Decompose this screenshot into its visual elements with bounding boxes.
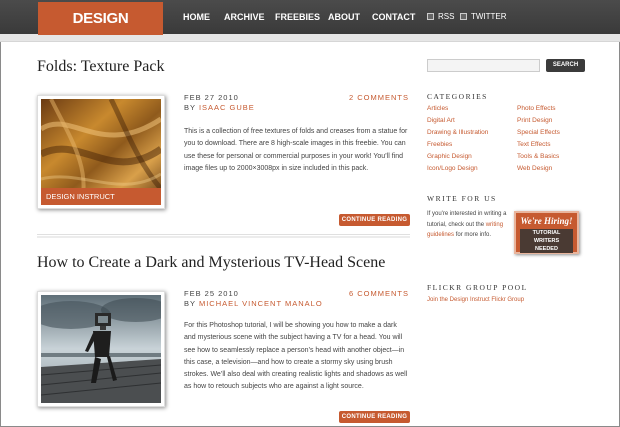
nav-archive[interactable]: ARCHIVE: [224, 0, 265, 34]
hiring-title: We're Hiring!: [520, 216, 573, 226]
twitter-icon: [460, 13, 467, 20]
nav-freebies[interactable]: FREEBIES: [275, 0, 320, 34]
categories-heading: CATEGORIES: [427, 92, 488, 101]
rss-icon: [427, 13, 434, 20]
post-byline-2: BY MICHAEL VINCENT MANALO: [184, 299, 323, 308]
hiring-banner[interactable]: We're Hiring! TUTORIAL WRITERS NEEDED: [514, 211, 579, 254]
nav-about[interactable]: ABOUT: [328, 0, 360, 34]
continue-reading-button-1[interactable]: CONTINUE READING: [339, 214, 410, 226]
flickr-heading: FLICKR GROUP POOL: [427, 283, 528, 292]
category-tools-basics[interactable]: Tools & Basics: [517, 153, 559, 160]
post-thumbnail-1[interactable]: DESIGN INSTRUCT: [37, 95, 165, 209]
post-byline-1: BY ISAAC GUBE: [184, 103, 255, 112]
post-thumbnail-2[interactable]: [37, 291, 165, 407]
post-excerpt-1: This is a collection of free textures of…: [184, 128, 408, 172]
search-button[interactable]: SEARCH: [546, 59, 585, 72]
post-comments-1[interactable]: 2 COMMENTS: [349, 93, 409, 102]
post-author-2[interactable]: MICHAEL VINCENT MANALO: [199, 299, 323, 308]
category-digital-art[interactable]: Digital Art: [427, 117, 455, 124]
category-text-effects[interactable]: Text Effects: [517, 141, 550, 148]
thumbnail-caption: DESIGN INSTRUCT: [41, 188, 161, 205]
category-freebies[interactable]: Freebies: [427, 141, 452, 148]
write-for-us-text: If you're interested in writing a tutori…: [427, 211, 507, 238]
post-author-1[interactable]: ISAAC GUBE: [199, 103, 255, 112]
flickr-group-link[interactable]: Join the Design Instruct Flickr Group: [427, 297, 524, 303]
category-drawing-illustration[interactable]: Drawing & Illustration: [427, 129, 488, 136]
category-articles[interactable]: Articles: [427, 105, 448, 112]
category-photo-effects[interactable]: Photo Effects: [517, 105, 556, 112]
post-date-1: FEB 27 2010: [184, 93, 239, 102]
category-special-effects[interactable]: Special Effects: [517, 129, 560, 136]
search-input[interactable]: [427, 59, 540, 72]
hiring-subtitle: TUTORIAL WRITERS NEEDED: [520, 229, 573, 253]
category-graphic-design[interactable]: Graphic Design: [427, 153, 472, 160]
post-excerpt-2: For this Photoshop tutorial, I will be s…: [184, 322, 408, 391]
nav-rss[interactable]: RSS: [427, 0, 454, 34]
nav-home[interactable]: HOME: [183, 0, 210, 34]
post-comments-2[interactable]: 6 COMMENTS: [349, 289, 409, 298]
write-for-us-heading: WRITE FOR US: [427, 194, 497, 203]
post-title-1[interactable]: Folds: Texture Pack: [37, 58, 164, 76]
nav-twitter[interactable]: TWITTER: [460, 0, 507, 34]
post-date-2: FEB 25 2010: [184, 289, 239, 298]
category-web-design[interactable]: Web Design: [517, 165, 552, 172]
main-nav: HOME ARCHIVE FREEBIES ABOUT CONTACT RSS …: [0, 0, 620, 34]
post-divider: [37, 234, 410, 238]
post-title-2[interactable]: How to Create a Dark and Mysterious TV-H…: [37, 254, 385, 272]
nav-contact[interactable]: CONTACT: [372, 0, 415, 34]
category-icon-logo-design[interactable]: Icon/Logo Design: [427, 165, 478, 172]
tv-head-scene-image: [41, 295, 161, 403]
category-print-design[interactable]: Print Design: [517, 117, 552, 124]
continue-reading-button-2[interactable]: CONTINUE READING: [339, 411, 410, 423]
